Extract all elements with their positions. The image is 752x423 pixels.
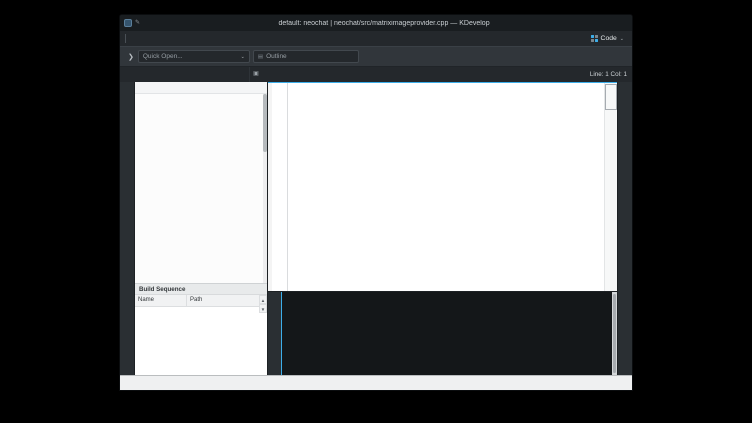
- desktop-background: ✎ default: neochat | neochat/src/matrixi…: [0, 0, 752, 423]
- editor-column: [268, 82, 617, 375]
- file-tree: [135, 94, 262, 283]
- projects-scrollbar[interactable]: [263, 94, 267, 283]
- code-editor[interactable]: [268, 82, 617, 291]
- right-dock-strip: [617, 82, 632, 375]
- scroll-down-button[interactable]: ▼: [259, 304, 267, 313]
- bottom-dock-strip: [268, 292, 281, 375]
- left-dock-strip: [120, 82, 135, 375]
- outline-input[interactable]: ▤ Outline: [252, 50, 359, 63]
- chevron-down-icon: ⌄: [619, 35, 624, 42]
- column-header-name[interactable]: Name: [135, 295, 187, 306]
- build-sequence-side-buttons: ▲ ▼: [259, 295, 267, 313]
- outline-placeholder: Outline: [266, 53, 287, 60]
- projects-toolbar: [135, 82, 267, 94]
- column-header-path[interactable]: Path: [187, 295, 267, 306]
- document-tab-bar: ▣ Line: 1 Col: 1: [120, 67, 632, 82]
- kdevelop-window: ✎ default: neochat | neochat/src/matrixi…: [119, 14, 633, 391]
- code-area[interactable]: [288, 83, 604, 291]
- tab-list-icon[interactable]: ▣: [250, 67, 262, 82]
- area-switcher[interactable]: Code ⌄: [586, 35, 629, 42]
- line-number-gutter: [272, 83, 288, 291]
- menubar: Code ⌄: [120, 31, 632, 46]
- terminal-panel: [268, 291, 617, 375]
- app-icon: [124, 19, 132, 27]
- build-sequence-column-headers: Name Path: [135, 295, 267, 307]
- cursor-position: Line: 1 Col: 1: [589, 71, 627, 78]
- chevron-right-icon: ❯: [128, 53, 134, 61]
- area-switcher-grid-icon: [590, 35, 598, 42]
- area-switcher-label: Code: [600, 35, 617, 42]
- window-title: default: neochat | neochat/src/matrixima…: [278, 19, 490, 27]
- pencil-icon: ✎: [135, 20, 141, 26]
- scroll-up-button[interactable]: ▲: [259, 295, 267, 304]
- main-area: Build Sequence Name Path ▲ ▼: [120, 82, 632, 375]
- outline-icon: ▤: [257, 53, 264, 60]
- build-sequence-title: Build Sequence: [139, 285, 186, 293]
- statusbar: [120, 375, 632, 390]
- terminal-scrollbar[interactable]: [612, 292, 617, 375]
- quick-open-combobox[interactable]: Quick Open... ⌄: [137, 50, 250, 63]
- projects-panel: Build Sequence Name Path ▲ ▼: [135, 82, 268, 375]
- terminal[interactable]: [281, 292, 612, 375]
- minimap-scrollbar[interactable]: [604, 83, 617, 291]
- projects-tree: [135, 94, 267, 283]
- chevron-down-icon: ⌄: [240, 53, 245, 60]
- build-sequence-table: Name Path ▲ ▼: [135, 295, 267, 375]
- spacer: [120, 67, 250, 82]
- separator: [125, 34, 126, 43]
- quick-open-label: Quick Open...: [142, 53, 183, 60]
- main-toolbar: ❯ Quick Open... ⌄ ▤ Outline: [120, 46, 632, 67]
- titlebar[interactable]: ✎ default: neochat | neochat/src/matrixi…: [120, 15, 632, 31]
- build-sequence-header: Build Sequence: [135, 283, 267, 295]
- minimap-viewport[interactable]: [605, 84, 617, 110]
